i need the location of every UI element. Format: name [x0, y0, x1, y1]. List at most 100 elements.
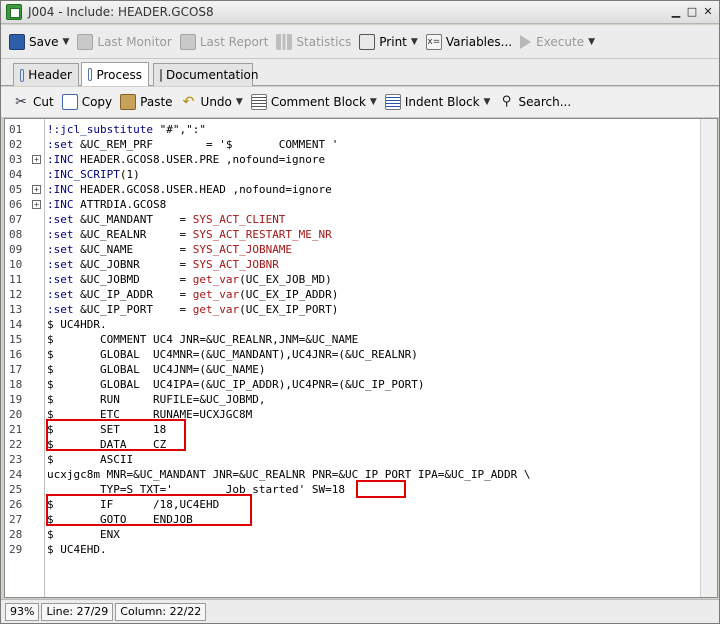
save-label: Save	[29, 34, 59, 49]
expand-icon[interactable]: +	[32, 185, 41, 194]
expand-icon[interactable]: +	[32, 200, 41, 209]
code-line[interactable]: 11:set &UC_JOBMD = get_var(UC_EX_JOB_MD)	[5, 272, 717, 287]
save-button[interactable]: Save ▼	[9, 30, 69, 54]
close-icon[interactable]: ✕	[701, 5, 715, 19]
code-text: :set &UC_REALNR = SYS_ACT_RESTART_ME_NR	[47, 228, 332, 241]
tab-header[interactable]: Header	[13, 63, 79, 86]
code-text: :set &UC_IP_ADDR = get_var(UC_EX_IP_ADDR…	[47, 288, 339, 301]
code-line[interactable]: 08:set &UC_REALNR = SYS_ACT_RESTART_ME_N…	[5, 227, 717, 242]
highlight-box-set-data	[46, 419, 186, 451]
status-bar: 93% Line: 27/29 Column: 22/22	[1, 599, 719, 623]
execute-label: Execute	[536, 34, 585, 49]
code-line[interactable]: 06 + :INC ATTRDIA.GCOS8	[5, 197, 717, 212]
code-line[interactable]: 29 $ UC4EHD.	[5, 542, 717, 557]
title-bar: J004 - Include: HEADER.GCOS8 ▁ □ ✕	[1, 1, 719, 24]
tab-documentation-label: Documentation	[166, 68, 259, 82]
tab-documentation[interactable]: Documentation	[153, 63, 259, 86]
code-line[interactable]: 28 $ ENX	[5, 527, 717, 542]
maximize-icon[interactable]: □	[685, 5, 699, 19]
line-number: 09	[9, 243, 23, 256]
application-window: J004 - Include: HEADER.GCOS8 ▁ □ ✕ Save …	[0, 0, 720, 624]
code-text: :set &UC_NAME = SYS_ACT_JOBNAME	[47, 243, 293, 256]
minimize-icon[interactable]: ▁	[669, 5, 683, 19]
code-text: $ UC4EHD.	[47, 543, 107, 556]
code-text: $ GLOBAL UC4IPA=(&UC_IP_ADDR),UC4PNR=(&U…	[47, 378, 425, 391]
save-icon	[9, 33, 25, 50]
print-button[interactable]: Print ▼	[359, 30, 418, 54]
line-number: 12	[9, 288, 23, 301]
code-line[interactable]: 10 :set &UC_JOBNR = SYS_ACT_JOBNR	[5, 257, 717, 272]
code-line[interactable]: 12 :set &UC_IP_ADDR = get_var(UC_EX_IP_AD…	[5, 287, 717, 302]
last-monitor-button[interactable]: Last Monitor	[77, 30, 172, 54]
job-icon	[6, 4, 22, 20]
vertical-scrollbar[interactable]	[700, 119, 717, 597]
line-number: 24	[9, 468, 23, 481]
paste-button[interactable]: Paste	[120, 90, 173, 114]
chevron-down-icon[interactable]: ▼	[484, 97, 491, 107]
process-icon	[88, 68, 93, 81]
code-line[interactable]: 18 $ GLOBAL UC4IPA=(&UC_IP_ADDR),UC4PNR=(…	[5, 377, 717, 392]
code-line[interactable]: 09 :set &UC_NAME = SYS_ACT_JOBNAME	[5, 242, 717, 257]
line-number: 16	[9, 348, 23, 361]
line-number: 10	[9, 258, 23, 271]
code-line[interactable]: 15 $ COMMENT UC4 JNR=&UC_REALNR,JNM=&UC_N…	[5, 332, 717, 347]
clipboard-icon	[120, 94, 137, 110]
line-number: 28	[9, 528, 23, 541]
monitor-icon	[77, 33, 94, 50]
code-line[interactable]: 19 $ RUN RUFILE=&UC_JOBMD,	[5, 392, 717, 407]
comment-block-button[interactable]: Comment Block ▼	[250, 90, 377, 114]
code-text: :INC_SCRIPT(1)	[47, 168, 140, 181]
line-number: 14	[9, 318, 23, 331]
cut-button[interactable]: ✂ Cut	[13, 90, 54, 114]
code-line[interactable]: 16 $ GLOBAL UC4MNR=(&UC_MANDANT),UC4JNR=(…	[5, 347, 717, 362]
copy-label: Copy	[81, 95, 113, 109]
tab-process-label: Process	[96, 67, 142, 82]
chevron-down-icon[interactable]: ▼	[411, 37, 418, 47]
highlight-box-sw	[356, 480, 406, 498]
code-line[interactable]: 04 :INC_SCRIPT(1)	[5, 167, 717, 182]
execute-button[interactable]: Execute ▼	[520, 30, 595, 54]
variables-button[interactable]: x= Variables...	[425, 30, 512, 54]
statistics-button[interactable]: Statistics	[276, 30, 351, 54]
code-line[interactable]: 03 +:INC HEADER.GCOS8.USER.PRE ,nofound=i…	[5, 152, 717, 167]
chevron-down-icon[interactable]: ▼	[588, 37, 595, 47]
code-text: :set &UC_JOBNR = SYS_ACT_JOBNR	[47, 258, 279, 271]
code-line[interactable]: 07:set &UC_MANDANT = SYS_ACT_CLIENT	[5, 212, 717, 227]
expand-icon[interactable]: +	[32, 155, 41, 164]
document-icon	[160, 68, 162, 82]
code-line[interactable]: 13:set &UC_IP_PORT = get_var(UC_EX_IP_PO…	[5, 302, 717, 317]
main-toolbar: Save ▼ Last Monitor Last Report Statisti…	[1, 25, 719, 59]
code-line[interactable]: 23 $ ASCII	[5, 452, 717, 467]
chevron-down-icon[interactable]: ▼	[62, 37, 69, 47]
undo-button[interactable]: ↶ Undo ▼	[181, 90, 243, 114]
last-report-button[interactable]: Last Report	[179, 30, 268, 54]
chevron-down-icon[interactable]: ▼	[236, 97, 243, 107]
line-number: 25	[9, 483, 23, 496]
code-line[interactable]: 01 !:jcl_substitute "#",":"	[5, 122, 717, 137]
code-text: !:jcl_substitute "#",":"	[47, 123, 206, 136]
chevron-down-icon[interactable]: ▼	[370, 97, 377, 107]
line-number: 02	[9, 138, 23, 151]
binoculars-icon: ⚲	[501, 94, 512, 109]
line-number: 18	[9, 378, 23, 391]
code-text: :INC ATTRDIA.GCOS8	[47, 198, 167, 211]
tab-process[interactable]: Process	[81, 62, 149, 86]
code-line[interactable]: 17 $ GLOBAL UC4JNM=(&UC_NAME)	[5, 362, 717, 377]
indent-block-label: Indent Block	[404, 95, 480, 109]
paste-label: Paste	[140, 95, 173, 109]
undo-label: Undo	[200, 95, 232, 109]
indent-block-button[interactable]: Indent Block ▼	[384, 90, 491, 114]
code-editor[interactable]: 01 !:jcl_substitute "#",":" 02:set &UC_REM…	[4, 118, 718, 598]
code-line[interactable]: 02:set &UC_REM_PRF = '$ COMMENT '	[5, 137, 717, 152]
copy-button[interactable]: Copy	[61, 90, 113, 114]
search-label: Search...	[518, 95, 572, 109]
line-number: 05	[9, 183, 23, 196]
code-text: :set &UC_JOBMD = get_var(UC_EX_JOB_MD)	[47, 273, 332, 286]
edit-toolbar: ✂ Cut Copy Paste ↶ Undo ▼ Comment Block …	[1, 87, 719, 118]
line-number: 06	[9, 198, 23, 211]
code-line[interactable]: 05 +:INC HEADER.GCOS8.USER.HEAD ,nofound=…	[5, 182, 717, 197]
line-number: 04	[9, 168, 23, 181]
code-line[interactable]: 14 $ UC4HDR.	[5, 317, 717, 332]
code-text: $ GLOBAL UC4MNR=(&UC_MANDANT),UC4JNR=(&U…	[47, 348, 418, 361]
search-button[interactable]: ⚲ Search...	[498, 90, 571, 114]
